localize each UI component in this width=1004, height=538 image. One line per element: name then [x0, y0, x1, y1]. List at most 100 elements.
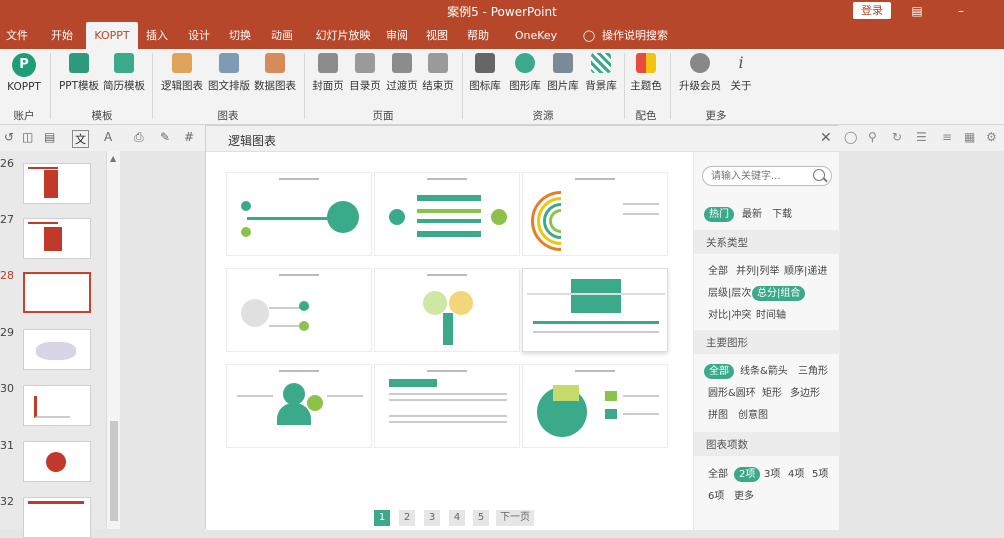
text-style-icon[interactable]: 文	[72, 130, 89, 148]
ribbon-display-icon[interactable]: ▤	[906, 2, 928, 20]
tab-slideshow[interactable]: 幻灯片放映	[308, 22, 378, 49]
scrollbar-thumb[interactable]	[110, 421, 118, 521]
page-button-2[interactable]: 2	[399, 510, 415, 526]
filter-shape-circle-ring[interactable]: 圆形&圆环	[708, 386, 756, 401]
slide-thumbnail[interactable]	[23, 218, 91, 259]
filter-shape-lines-arrows[interactable]: 线条&箭头	[740, 364, 788, 379]
tab-hot[interactable]: 热门	[704, 207, 734, 222]
template-card[interactable]	[374, 268, 520, 352]
pen-icon[interactable]: ✎	[160, 130, 170, 144]
template-card[interactable]	[226, 172, 372, 256]
rotate-icon[interactable]: ↻	[892, 130, 902, 144]
template-card[interactable]	[522, 172, 668, 256]
tab-onekey-lite[interactable]: OneKey Lite	[503, 22, 569, 69]
filter-shape-rectangle[interactable]: 矩形	[762, 386, 782, 401]
filter-relation-all[interactable]: 全部	[708, 264, 728, 279]
filter-relation-timeline[interactable]: 时间轴	[756, 308, 786, 323]
lock-icon[interactable]: ⚲	[868, 130, 877, 144]
tab-help[interactable]: 帮助	[461, 22, 495, 49]
theme-color-button[interactable]: 主题色	[628, 53, 664, 105]
end-page-button[interactable]: 结束页	[420, 53, 456, 105]
tab-transitions[interactable]: 切换	[223, 22, 257, 49]
template-card[interactable]	[374, 172, 520, 256]
settings-icon[interactable]: ⚙	[986, 130, 997, 144]
filter-shape-all[interactable]: 全部	[704, 364, 734, 379]
filter-count-4[interactable]: 4项	[788, 467, 804, 482]
slide-thumbnail[interactable]	[23, 441, 91, 482]
tab-insert[interactable]: 插入	[140, 22, 174, 49]
slide-thumbnail[interactable]	[23, 163, 91, 204]
image-library-button[interactable]: 图片库	[544, 53, 582, 105]
template-card[interactable]	[374, 364, 520, 448]
tab-view[interactable]: 视图	[420, 22, 454, 49]
filter-count-3[interactable]: 3项	[764, 467, 780, 482]
tab-file[interactable]: 文件	[0, 22, 34, 49]
undo-icon[interactable]: ↺	[4, 130, 14, 144]
filter-count-5[interactable]: 5项	[812, 467, 828, 482]
toc-page-button[interactable]: 目录页	[347, 53, 383, 105]
copy-icon[interactable]: ◫	[22, 130, 33, 144]
template-card-hover[interactable]	[522, 268, 668, 352]
filter-count-2[interactable]: 2项	[734, 467, 761, 482]
filter-shape-puzzle[interactable]: 拼图	[708, 408, 728, 423]
filter-relation-sequence[interactable]: 顺序|递进	[784, 264, 827, 279]
koppt-account-button[interactable]: P KOPPT	[4, 53, 44, 105]
filter-shape-triangle[interactable]: 三角形	[798, 364, 828, 379]
template-card[interactable]	[226, 364, 372, 448]
upgrade-member-button[interactable]: 升级会员	[676, 53, 724, 105]
close-icon[interactable]: ✕	[820, 130, 832, 146]
cover-page-button[interactable]: 封面页	[310, 53, 346, 105]
distribute-icon[interactable]: ≡	[942, 130, 952, 144]
template-card[interactable]	[522, 364, 668, 448]
slide-thumbnail[interactable]	[23, 329, 91, 370]
tab-animations[interactable]: 动画	[265, 22, 299, 49]
tab-design[interactable]: 设计	[182, 22, 216, 49]
background-library-button[interactable]: 背景库	[582, 53, 620, 105]
page-button-3[interactable]: 3	[424, 510, 440, 526]
filter-count-6[interactable]: 6项	[708, 489, 724, 504]
clip-icon[interactable]: ⎙	[134, 130, 144, 145]
ppt-template-button[interactable]: PPT模板	[58, 53, 100, 105]
font-color-icon[interactable]: A	[104, 130, 112, 144]
group-icon[interactable]: ▦	[964, 130, 975, 144]
hash-icon[interactable]: #	[184, 130, 194, 144]
search-box[interactable]	[702, 166, 832, 186]
minimize-icon[interactable]: –	[950, 2, 972, 20]
icon-library-button[interactable]: 图标库	[466, 53, 504, 105]
thumbnail-scrollbar[interactable]: ▲	[106, 151, 120, 529]
filter-count-all[interactable]: 全部	[708, 467, 728, 482]
resume-template-button[interactable]: 简历模板	[102, 53, 146, 105]
about-button[interactable]: i 关于	[726, 53, 756, 105]
search-input[interactable]	[711, 169, 807, 183]
format-icon[interactable]: ◯	[844, 130, 857, 144]
image-text-layout-button[interactable]: 图文排版	[206, 53, 252, 105]
tab-koppt[interactable]: KOPPT	[86, 22, 138, 49]
logic-chart-button[interactable]: 逻辑图表	[160, 53, 204, 105]
slide-thumbnail[interactable]	[23, 385, 91, 426]
data-chart-button[interactable]: 数据图表	[253, 53, 297, 105]
filter-count-more[interactable]: 更多	[734, 489, 754, 504]
filter-relation-total-part[interactable]: 总分|组合	[752, 286, 806, 301]
tab-new[interactable]: 最新	[742, 207, 762, 222]
filter-relation-hierarchy[interactable]: 层级|层次	[708, 286, 751, 301]
filter-relation-contrast[interactable]: 对比|冲突	[708, 308, 751, 323]
align-icon[interactable]: ☰	[916, 130, 927, 144]
page-button-5[interactable]: 5	[473, 510, 489, 526]
search-icon[interactable]	[813, 169, 825, 181]
textbox-icon[interactable]: ▤	[44, 130, 55, 144]
tab-home[interactable]: 开始	[44, 22, 80, 49]
next-page-button[interactable]: 下一页	[496, 510, 534, 526]
scroll-up-icon[interactable]: ▲	[110, 154, 116, 163]
transition-page-button[interactable]: 过渡页	[384, 53, 420, 105]
tab-download[interactable]: 下载	[772, 207, 792, 222]
login-button[interactable]: 登录	[853, 2, 891, 19]
filter-shape-creative[interactable]: 创意图	[738, 408, 768, 423]
template-card[interactable]	[226, 268, 372, 352]
slide-thumbnail-active[interactable]	[23, 272, 91, 313]
slide-thumbnail[interactable]	[23, 497, 91, 538]
filter-relation-parallel[interactable]: 并列|列举	[736, 264, 779, 279]
page-button-4[interactable]: 4	[449, 510, 465, 526]
filter-shape-polygon[interactable]: 多边形	[790, 386, 820, 401]
tell-me-search[interactable]: 操作说明搜索	[600, 22, 670, 49]
page-button-1[interactable]: 1	[374, 510, 390, 526]
